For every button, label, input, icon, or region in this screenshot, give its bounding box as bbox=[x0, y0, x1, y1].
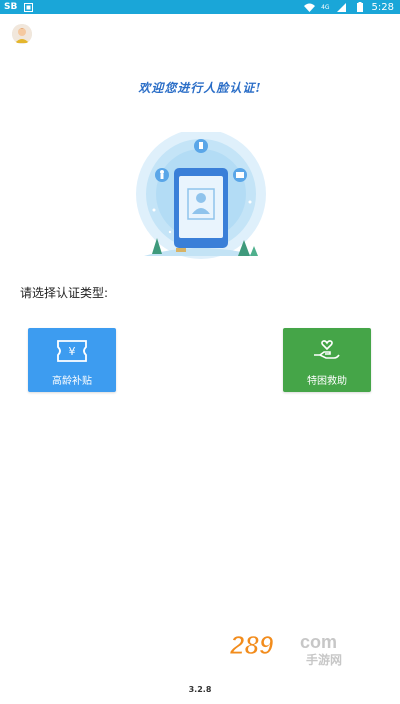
face-verification-illustration bbox=[130, 129, 272, 264]
extreme-poverty-aid-label: 特困救助 bbox=[307, 376, 347, 387]
welcome-title: 欢迎您进行人脸认证! bbox=[138, 81, 262, 95]
svg-text:¥: ¥ bbox=[69, 345, 76, 358]
user-avatar[interactable] bbox=[12, 24, 32, 44]
clock: 5:28 bbox=[371, 1, 394, 13]
battery-icon bbox=[354, 1, 366, 13]
elderly-subsidy-button[interactable]: ¥ 高龄补贴 bbox=[28, 328, 116, 392]
extreme-poverty-aid-button[interactable]: 特困救助 bbox=[283, 328, 371, 392]
notification-icon bbox=[22, 1, 34, 13]
yen-ticket-icon: ¥ bbox=[57, 340, 87, 362]
hand-heart-icon bbox=[314, 340, 340, 359]
elderly-subsidy-label: 高龄补贴 bbox=[52, 376, 92, 387]
avatar-icon bbox=[12, 24, 32, 44]
watermark-sub: 手游网 bbox=[306, 652, 342, 666]
watermark-brand: 289 bbox=[229, 630, 274, 660]
signal-icon bbox=[336, 1, 348, 13]
app-indicator-label: SB bbox=[4, 2, 18, 12]
signal-label: 4G bbox=[321, 3, 330, 11]
app-version: 3.2.8 bbox=[188, 685, 212, 694]
status-bar: SB 4G 5:28 bbox=[0, 0, 400, 14]
wifi-icon bbox=[303, 1, 315, 13]
watermark-domain: com bbox=[300, 632, 337, 652]
auth-type-prompt: 请选择认证类型: bbox=[20, 286, 109, 300]
site-watermark: 289 com 手游网 bbox=[228, 626, 378, 668]
